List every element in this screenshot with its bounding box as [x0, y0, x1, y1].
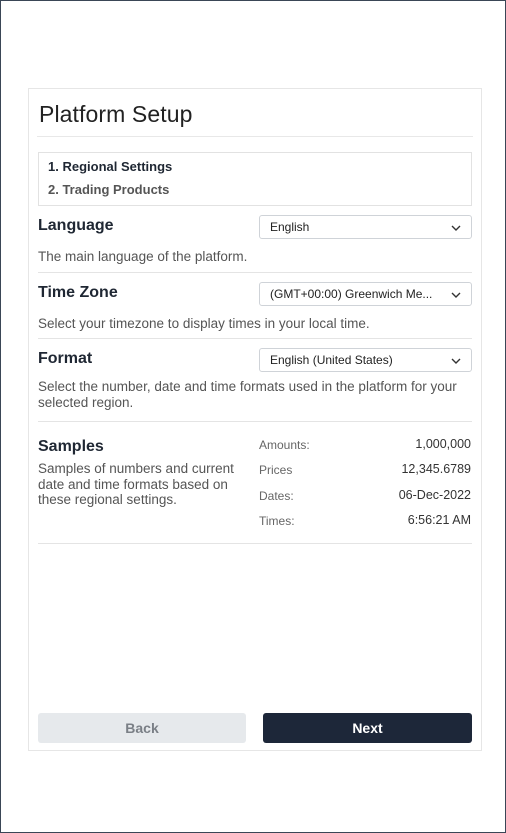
- sample-value: 06-Dec-2022: [398, 488, 471, 502]
- language-select[interactable]: English: [259, 215, 472, 239]
- sample-value: 1,000,000: [415, 437, 471, 451]
- title-divider: [37, 136, 473, 137]
- sample-value: 12,345.6789: [401, 462, 471, 476]
- chevron-down-icon: [451, 225, 461, 231]
- divider: [38, 421, 472, 422]
- sample-key: Amounts:: [259, 438, 310, 452]
- timezone-select-value: (GMT+00:00) Greenwich Me...: [270, 287, 433, 301]
- step-trading-products[interactable]: 2. Trading Products: [48, 182, 169, 197]
- sample-value: 6:56:21 AM: [407, 513, 471, 527]
- format-description: Select the number, date and time formats…: [38, 379, 457, 410]
- language-select-value: English: [270, 220, 310, 234]
- divider: [38, 543, 472, 544]
- samples-description: Samples of numbers and current date and …: [38, 461, 234, 507]
- divider: [38, 272, 472, 273]
- step-list: 1. Regional Settings 2. Trading Products: [38, 152, 472, 206]
- next-button[interactable]: Next: [263, 713, 472, 743]
- sample-key: Prices: [259, 463, 293, 477]
- format-select-value: English (United States): [270, 353, 393, 367]
- language-description: The main language of the platform.: [38, 249, 248, 264]
- chevron-down-icon: [451, 292, 461, 298]
- page-title: Platform Setup: [39, 101, 193, 127]
- format-select[interactable]: English (United States): [259, 348, 472, 372]
- format-label: Format: [38, 350, 93, 367]
- setup-card: Platform Setup 1. Regional Settings 2. T…: [28, 88, 482, 751]
- sample-key: Times:: [259, 514, 295, 528]
- sample-key: Dates:: [259, 489, 294, 503]
- timezone-label: Time Zone: [38, 284, 118, 301]
- timezone-select[interactable]: (GMT+00:00) Greenwich Me...: [259, 282, 472, 306]
- timezone-description: Select your timezone to display times in…: [38, 316, 370, 331]
- back-button[interactable]: Back: [38, 713, 246, 743]
- divider: [38, 338, 472, 339]
- language-label: Language: [38, 217, 114, 234]
- samples-label: Samples: [38, 438, 104, 455]
- step-regional-settings[interactable]: 1. Regional Settings: [48, 159, 172, 174]
- chevron-down-icon: [451, 358, 461, 364]
